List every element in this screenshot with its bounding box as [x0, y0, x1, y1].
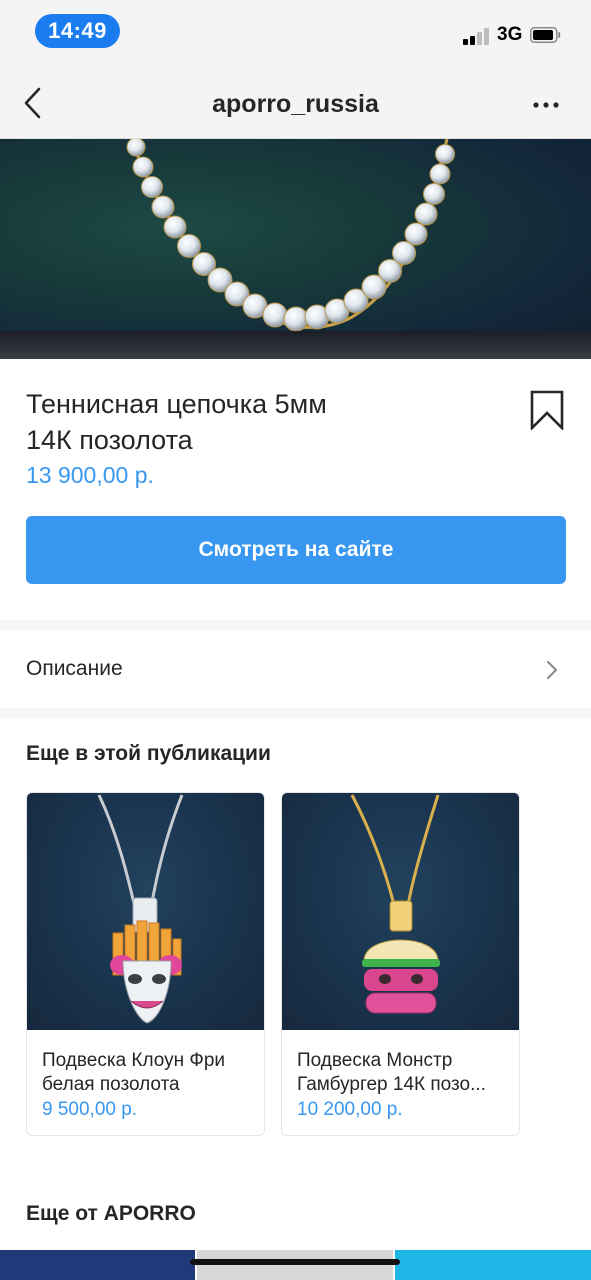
more-from-thumbnails — [0, 1250, 591, 1280]
product-card-name-line2: белая позолота — [42, 1074, 180, 1095]
description-row[interactable]: Описание — [0, 630, 591, 708]
burger-pendant-illustration — [350, 794, 440, 1014]
nav-bar: aporro_russia — [0, 66, 591, 139]
product-card-image — [282, 793, 519, 1030]
more-in-post-title: Еще в этой публикации — [26, 742, 271, 765]
status-time[interactable]: 14:49 — [35, 14, 120, 48]
product-card-price: 9 500,00 р. — [42, 1099, 138, 1120]
product-price: 13 900,00 р. — [26, 462, 154, 488]
signal-icon — [463, 27, 493, 45]
clown-pendant-illustration — [97, 794, 184, 1024]
product-image[interactable] — [0, 139, 591, 359]
chevron-right-icon — [546, 660, 558, 680]
product-card-price: 10 200,00 р. — [297, 1099, 403, 1120]
more-horizontal-icon[interactable] — [532, 101, 560, 109]
product-card[interactable]: Подвеска Монстр Гамбургер 14К позо... 10… — [281, 792, 520, 1136]
view-on-website-button[interactable]: Смотреть на сайте — [26, 516, 566, 584]
product-title-line1: Теннисная цепочка 5мм — [26, 389, 327, 419]
product-title-line2: 14К позолота — [26, 425, 193, 455]
section-divider — [0, 708, 591, 718]
bookmark-icon[interactable] — [530, 390, 564, 430]
home-indicator — [190, 1259, 400, 1265]
description-label: Описание — [26, 657, 123, 680]
page-title: aporro_russia — [212, 90, 379, 118]
product-card[interactable]: Подвеска Клоун Фри белая позолота 9 500,… — [26, 792, 265, 1136]
product-card-name-line1: Подвеска Клоун Фри — [42, 1050, 226, 1071]
tennis-chain-illustration — [126, 139, 455, 332]
product-title: Теннисная цепочка 5мм 14К позолота — [26, 386, 466, 458]
product-card-name-line1: Подвеска Монстр — [297, 1050, 453, 1071]
status-bar: 14:49 3G — [0, 0, 591, 66]
product-card-name: Подвеска Монстр Гамбургер 14К позо... — [297, 1049, 507, 1097]
thumbnail[interactable] — [0, 1250, 195, 1280]
battery-icon — [530, 27, 561, 43]
product-card-name: Подвеска Клоун Фри белая позолота — [42, 1049, 252, 1097]
product-card-image — [27, 793, 264, 1030]
product-card-name-line2: Гамбургер 14К позо... — [297, 1074, 486, 1095]
thumbnail[interactable] — [395, 1250, 591, 1280]
thumbnail[interactable] — [197, 1250, 393, 1280]
more-from-title: Еще от APORRO — [26, 1202, 196, 1225]
section-divider — [0, 620, 591, 630]
network-type: 3G — [497, 24, 523, 45]
